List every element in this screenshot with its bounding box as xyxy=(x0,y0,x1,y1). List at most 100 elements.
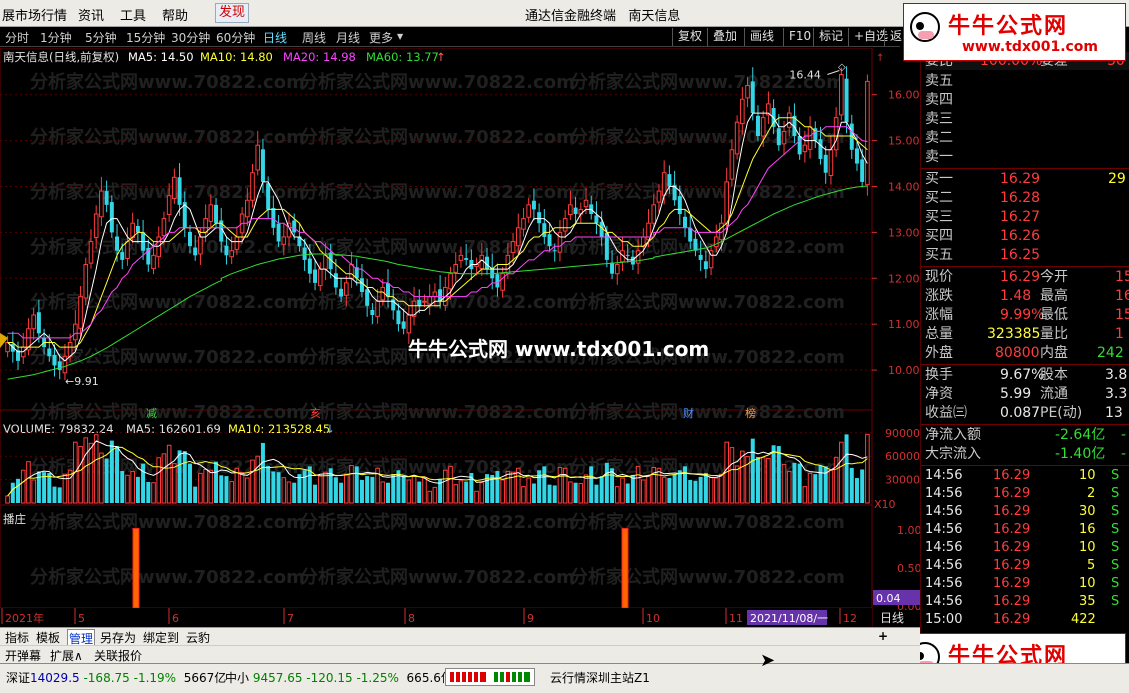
candle-body-up xyxy=(562,218,568,232)
tick-time: 14:56 xyxy=(925,594,963,609)
flow-value: -1.40亿 xyxy=(1055,446,1106,462)
volume-bar-up xyxy=(161,453,167,504)
candle-body-up xyxy=(458,254,464,261)
period-label[interactable]: 日线 xyxy=(880,611,904,625)
volume-bar-down xyxy=(365,476,370,503)
menu-market[interactable]: 展市场行情 xyxy=(2,5,67,24)
candle-body-down xyxy=(266,183,271,210)
indicator-tab-0[interactable]: 指标 xyxy=(5,629,29,646)
candle-body-up xyxy=(510,241,516,254)
volume-bar-down xyxy=(146,481,151,503)
add-tab-icon[interactable]: + xyxy=(878,629,888,643)
volume-bar-down xyxy=(698,476,703,503)
logo-url: www.tdx001.com xyxy=(962,39,1099,55)
volume-bar-up xyxy=(125,474,130,504)
event-marker-2[interactable]: 财 xyxy=(683,406,694,420)
toolbar-button-0[interactable]: 复权 xyxy=(672,28,707,46)
toolbar-button-3[interactable]: F10 xyxy=(783,28,816,46)
volume-bar-down xyxy=(625,483,630,503)
buy-row-4[interactable]: 买五 16.25 xyxy=(925,246,1129,264)
volume-bar-up xyxy=(229,481,234,504)
server-name[interactable]: 云行情深圳主站Z1 xyxy=(550,669,650,686)
candle-body-up xyxy=(740,98,745,125)
volume-bar-up xyxy=(521,486,526,504)
candle-body-up xyxy=(521,218,526,230)
indicator-tab-3[interactable]: 另存为 xyxy=(100,629,136,646)
volume-bar-down xyxy=(260,442,265,503)
period-0[interactable]: 分时 xyxy=(5,29,29,46)
period-4[interactable]: 30分钟 xyxy=(171,29,210,46)
buy-row-0[interactable]: 买一 16.29 29 xyxy=(925,170,1129,188)
volume-bar-up xyxy=(323,471,328,504)
fund-label-2: 流通 xyxy=(1040,386,1068,402)
period-5[interactable]: 60分钟 xyxy=(216,29,255,46)
period-7[interactable]: 周线 xyxy=(302,29,326,46)
more-arrow-icon[interactable]: ▼ xyxy=(397,32,403,41)
indicator-tab-1[interactable]: 模板 xyxy=(36,629,60,646)
menu-tools[interactable]: 工具 xyxy=(120,5,146,24)
fund-value-2: 3.8 xyxy=(1105,367,1128,383)
candle-body-down xyxy=(703,261,708,270)
sell-row-1[interactable]: 卖四 xyxy=(925,91,1129,109)
candle-body-down xyxy=(542,223,547,237)
volume-bar-down xyxy=(313,484,318,503)
period-1[interactable]: 1分钟 xyxy=(40,29,72,46)
fund-value: 9.67% xyxy=(1000,367,1045,383)
tick-row: 14:56 16.29 10 S xyxy=(925,575,1129,593)
watermark-text: 分析家公式网www.70822.com xyxy=(30,71,305,93)
date-tick-label: 10 xyxy=(646,612,660,625)
toolbar-button-4[interactable]: 标记 xyxy=(813,28,848,46)
candle-body-up xyxy=(427,296,432,305)
volume-bar-down xyxy=(297,474,302,503)
quote-label-2: 今开 xyxy=(1040,269,1068,285)
tick-row: 14:56 16.29 2 S xyxy=(925,485,1129,503)
candle-body-down xyxy=(693,238,698,251)
event-marker-0[interactable]: 减 xyxy=(146,407,157,420)
toolbar-button-1[interactable]: 叠加 xyxy=(707,28,742,46)
logo-title: 牛牛公式网 xyxy=(948,14,1069,39)
tick-row: 14:56 16.29 10 S xyxy=(925,467,1129,485)
candle-body-up xyxy=(229,250,234,258)
menu-discover[interactable]: 发现 xyxy=(215,3,250,23)
candle-body-down xyxy=(333,273,338,288)
volume-bar-up xyxy=(719,473,724,504)
buy-row-1[interactable]: 买二 16.28 xyxy=(925,189,1129,207)
period-2[interactable]: 5分钟 xyxy=(85,29,117,46)
watermark-text: 分析家公式网www.70822.com xyxy=(300,566,575,588)
candle-body-up xyxy=(713,236,719,248)
indicator-tick-label: 1.00 xyxy=(897,524,920,537)
candle-body-down xyxy=(401,321,406,329)
candle-body-down xyxy=(630,256,635,265)
volume-bar-up xyxy=(250,459,255,504)
candle-body-up xyxy=(614,264,620,275)
toolbar-button-2[interactable]: 画线 xyxy=(744,28,779,46)
fund-row-1: 净资 5.99 流通 3.3 xyxy=(925,385,1129,403)
indicator-tab-5[interactable]: 云豹 xyxy=(186,629,210,646)
sell-row-3[interactable]: 卖二 xyxy=(925,129,1129,147)
expand-icon[interactable]: ↑ xyxy=(876,53,884,64)
extension-tab-2[interactable]: 关联报价 xyxy=(94,647,142,664)
indicator-tab-4[interactable]: 绑定到 xyxy=(143,629,179,646)
sell-row-2[interactable]: 卖三 xyxy=(925,110,1129,128)
volume-bar-up xyxy=(620,477,625,504)
event-marker-1[interactable]: 亥 xyxy=(310,406,321,420)
period-9[interactable]: 更多 xyxy=(369,29,393,46)
sz-index: 深证14029.5 -168.75 -1.19% 5667亿 xyxy=(6,671,227,685)
volume-bar-up xyxy=(474,490,479,504)
period-3[interactable]: 15分钟 xyxy=(126,29,165,46)
extension-tab-1[interactable]: 扩展∧ xyxy=(50,647,83,664)
candle-body-up xyxy=(729,149,735,180)
sell-row-4[interactable]: 卖一 xyxy=(925,148,1129,166)
volume-legend-0: VOLUME: 79832.24 xyxy=(3,422,114,436)
menu-news[interactable]: 资讯 xyxy=(78,5,104,24)
period-6[interactable]: 日线 xyxy=(263,29,287,46)
buy-row-2[interactable]: 买三 16.27 xyxy=(925,208,1129,226)
period-8[interactable]: 月线 xyxy=(336,29,360,46)
volume-bar-up xyxy=(479,482,485,504)
volume-bar-down xyxy=(57,487,62,503)
sell-row-0[interactable]: 卖五 xyxy=(925,72,1129,90)
menu-help[interactable]: 帮助 xyxy=(162,5,188,24)
extension-tab-0[interactable]: 开弹幕 xyxy=(5,647,41,664)
buy-row-3[interactable]: 买四 16.26 xyxy=(925,227,1129,245)
event-marker-3[interactable]: 榜 xyxy=(745,406,756,420)
